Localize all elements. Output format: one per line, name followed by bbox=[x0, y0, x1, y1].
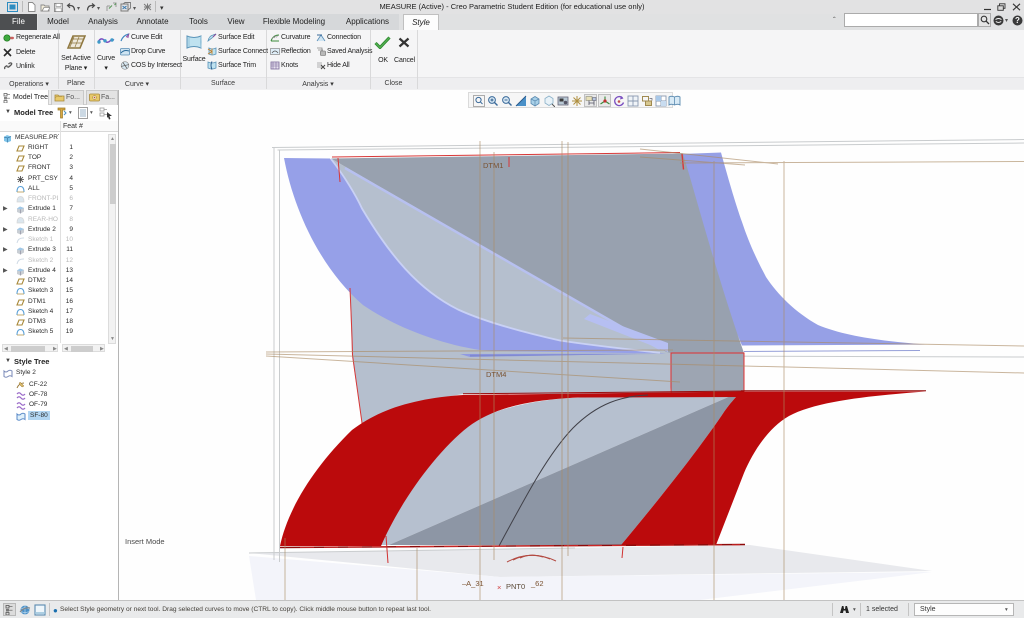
svg-text:×: × bbox=[497, 583, 501, 592]
svg-text:DTM4: DTM4 bbox=[486, 370, 506, 379]
svg-text:–A_31: –A_31 bbox=[462, 579, 484, 588]
svg-text:_62: _62 bbox=[530, 579, 544, 588]
svg-text:?: ? bbox=[1015, 16, 1020, 25]
svg-text:DTM1: DTM1 bbox=[483, 161, 503, 170]
svg-text:PNT0: PNT0 bbox=[506, 582, 525, 591]
